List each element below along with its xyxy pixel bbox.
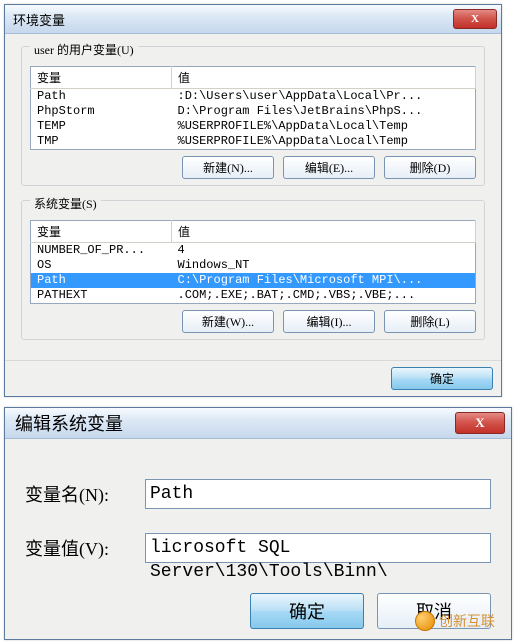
titlebar[interactable]: 环境变量 X [5,5,501,34]
list-row[interactable]: TEMP%USERPROFILE%\AppData\Local\Temp [31,119,476,134]
col-header-variable[interactable]: 变量 [31,67,172,89]
group-label: 系统变量(S) [30,195,101,212]
ok-button[interactable]: 确定 [250,593,364,629]
list-row[interactable]: Path:D:\Users\user\AppData\Local\Pr... [31,89,476,105]
variable-value-input[interactable]: licrosoft SQL Server\130\Tools\Binn\ [145,533,491,563]
new-user-var-button[interactable]: 新建(N)... [182,156,274,179]
title-text: 环境变量 [13,10,65,29]
dialog-body: user 的用户变量(U) 变量 值 Path:D:\Users\user\Ap… [11,40,495,354]
delete-user-var-button[interactable]: 删除(D) [384,156,476,179]
user-variables-list[interactable]: 变量 值 Path:D:\Users\user\AppData\Local\Pr… [30,66,476,150]
new-system-var-button[interactable]: 新建(W)... [182,310,274,333]
delete-system-var-button[interactable]: 删除(L) [384,310,476,333]
list-row[interactable]: PhpStormD:\Program Files\JetBrains\PhpS.… [31,104,476,119]
variable-name-input[interactable]: Path [145,479,491,509]
dialog-footer: 确定 [5,360,501,396]
list-row-selected[interactable]: PathC:\Program Files\Microsoft MPI\... [31,273,476,288]
variable-name-label: 变量名(N): [25,481,145,507]
col-header-value[interactable]: 值 [172,221,476,243]
close-button[interactable]: X [455,412,505,434]
env-variables-dialog: 环境变量 X user 的用户变量(U) 变量 值 Path:D:\Users\… [4,4,502,397]
ok-button[interactable]: 确定 [391,367,493,390]
edit-system-variable-dialog: 编辑系统变量 X 变量名(N): Path 变量值(V): licrosoft … [4,407,512,640]
list-row[interactable]: NUMBER_OF_PR...4 [31,243,476,259]
list-row[interactable]: PATHEXT.COM;.EXE;.BAT;.CMD;.VBS;.VBE;... [31,288,476,304]
system-variables-list[interactable]: 变量 值 NUMBER_OF_PR...4 OSWindows_NT PathC… [30,220,476,304]
list-row[interactable]: TMP%USERPROFILE%\AppData\Local\Temp [31,134,476,150]
close-icon: X [471,13,479,25]
title-text: 编辑系统变量 [15,410,123,436]
cancel-button[interactable]: 取消 [377,593,491,629]
group-label: user 的用户变量(U) [30,41,138,58]
edit-user-var-button[interactable]: 编辑(E)... [283,156,375,179]
col-header-variable[interactable]: 变量 [31,221,172,243]
col-header-value[interactable]: 值 [172,67,476,89]
edit-system-var-button[interactable]: 编辑(I)... [283,310,375,333]
variable-value-label: 变量值(V): [25,535,145,561]
titlebar[interactable]: 编辑系统变量 X [5,408,511,439]
user-variables-group: user 的用户变量(U) 变量 值 Path:D:\Users\user\Ap… [21,46,485,186]
list-row[interactable]: OSWindows_NT [31,258,476,273]
dialog-body: 变量名(N): Path 变量值(V): licrosoft SQL Serve… [5,439,511,639]
system-variables-group: 系统变量(S) 变量 值 NUMBER_OF_PR...4 OSWindows_… [21,200,485,340]
close-icon: X [475,415,484,431]
close-button[interactable]: X [453,9,497,29]
